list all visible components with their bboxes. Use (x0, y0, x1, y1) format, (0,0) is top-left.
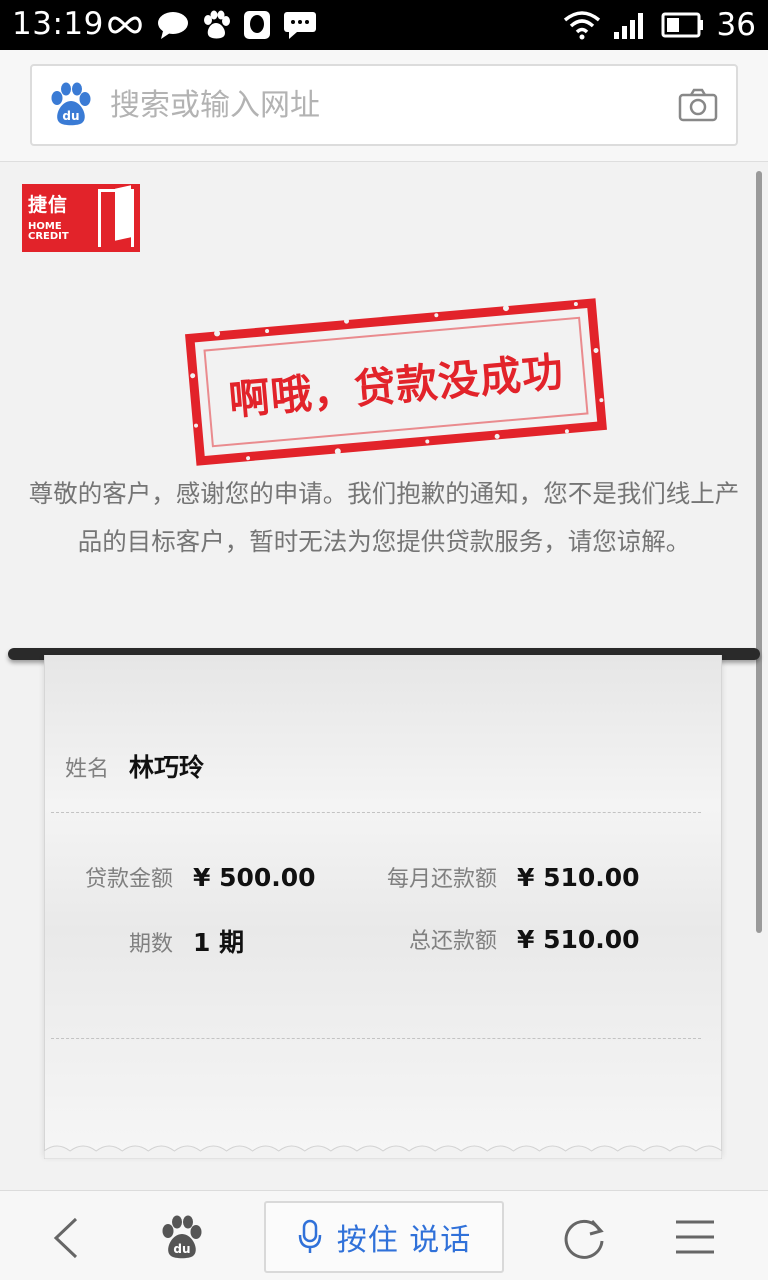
receipt-torn-edge (44, 1143, 722, 1159)
baidu-paw-icon (204, 10, 230, 39)
home-credit-logo: 捷信 HOME CREDIT (22, 184, 140, 252)
page-scrollbar[interactable] (756, 171, 762, 933)
name-label: 姓名 (65, 757, 110, 782)
loan-receipt: 姓名 林巧玲 贷款金额 ¥ 500.00 每月还款额 ¥ 510.00 期数 1… (44, 655, 722, 1155)
receipt-divider-bottom (51, 1038, 701, 1039)
rejection-message: 尊敬的客户，感谢您的申请。我们抱歉的通知，您不是我们线上产品的目标客户，暂时无法… (28, 479, 740, 556)
total-repayment-row: 总还款额 ¥ 510.00 (375, 923, 640, 955)
voice-input-button[interactable]: 按住 说话 (264, 1201, 504, 1273)
microphone-icon (298, 1219, 321, 1253)
baidu-home-icon[interactable]: du (160, 1215, 204, 1259)
signal-icon (613, 13, 643, 39)
battery-level: 36 (716, 7, 756, 43)
system-icons: 36 (563, 6, 756, 44)
camera-icon[interactable] (678, 88, 718, 122)
monthly-payment-row: 每月还款额 ¥ 510.00 (375, 861, 640, 893)
web-page[interactable]: 捷信 HOME CREDIT 啊哦，贷款没成功 尊敬的客户，感谢您的申请。我们抱… (0, 163, 768, 1190)
battery-icon (661, 12, 703, 38)
wifi-icon (563, 11, 600, 40)
rejection-stamp: 啊哦，贷款没成功 (185, 298, 607, 466)
total-repayment-label: 总还款额 (408, 929, 497, 954)
chat-bubble-icon (158, 12, 188, 39)
infinity-icon (108, 16, 142, 34)
term-label: 期数 (128, 932, 173, 957)
monthly-payment-label: 每月还款额 (386, 867, 497, 892)
stamp-border: 啊哦，贷款没成功 (185, 298, 607, 466)
browser-toolbar: du (0, 50, 768, 162)
name-value: 林巧玲 (129, 753, 205, 782)
back-icon[interactable] (50, 1217, 84, 1259)
notification-icons (105, 9, 317, 41)
baidu-logo-icon: du (51, 82, 91, 126)
browser-bottom-bar: du 按住 说话 (0, 1190, 768, 1280)
address-bar[interactable]: du (30, 64, 738, 146)
term-row: 期数 1 期 (65, 923, 244, 959)
loan-amount-label: 贷款金额 (84, 867, 173, 892)
address-input[interactable] (110, 80, 650, 130)
term-value: 1 期 (193, 928, 245, 957)
refresh-icon[interactable] (562, 1217, 606, 1261)
status-bar: 13:19 36 (0, 0, 768, 50)
status-time: 13:19 (12, 6, 104, 42)
svg-text:du: du (173, 1242, 190, 1256)
brand-name-cn: 捷信 (28, 194, 69, 216)
message-icon (284, 12, 316, 39)
voice-button-label: 按住 说话 (336, 1223, 472, 1258)
svg-text:du: du (62, 109, 79, 123)
total-repayment-value: ¥ 510.00 (517, 925, 640, 954)
menu-icon[interactable] (674, 1219, 716, 1255)
monthly-payment-value: ¥ 510.00 (517, 863, 640, 892)
screen: 13:19 36 du 搜索或输入网址 捷信 HOME CREDIT 啊哦，贷款… (0, 0, 768, 1280)
brand-name-en: HOME CREDIT (28, 222, 88, 242)
receipt-divider-top (51, 812, 701, 813)
door-panel-icon (115, 185, 131, 241)
qq-icon (244, 11, 270, 39)
loan-amount-value: ¥ 500.00 (193, 863, 316, 892)
brand-name-en-line2: CREDIT (28, 231, 69, 242)
name-row: 姓名 林巧玲 (65, 748, 204, 784)
loan-amount-row: 贷款金额 ¥ 500.00 (65, 861, 316, 893)
